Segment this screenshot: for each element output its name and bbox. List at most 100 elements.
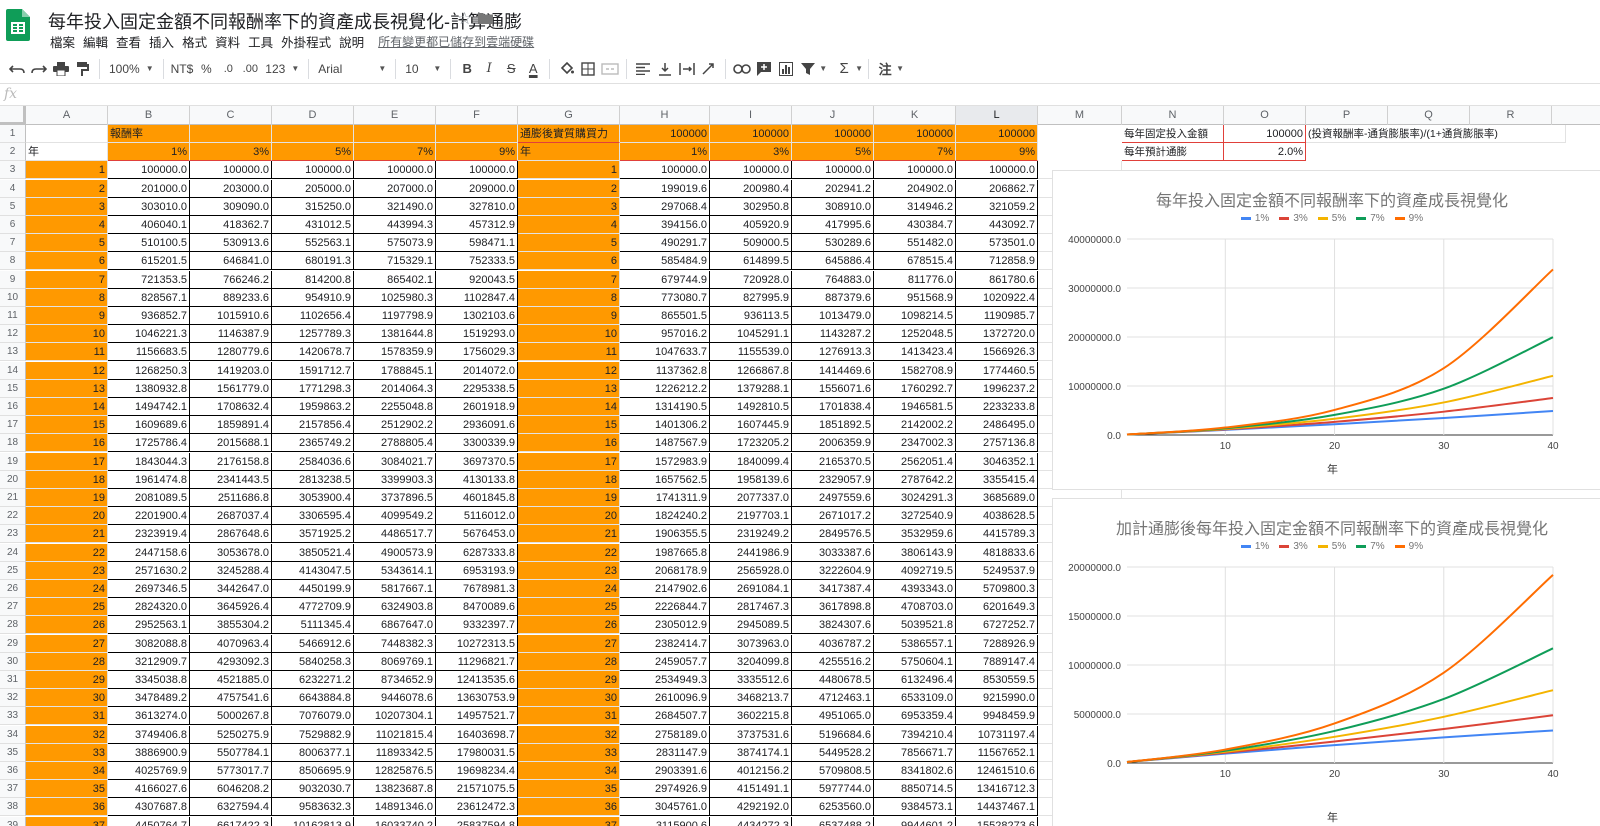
real-value-cell[interactable]: 1607445.9 xyxy=(710,416,792,435)
real-value-cell[interactable]: 3602215.8 xyxy=(710,707,792,726)
real-value-cell[interactable]: 3335512.6 xyxy=(710,671,792,689)
row-header[interactable]: 19 xyxy=(0,452,26,471)
nominal-value-cell[interactable]: 6287333.8 xyxy=(436,543,518,562)
year-cell[interactable]: 16 xyxy=(518,434,620,453)
real-value-cell[interactable]: 2610096.9 xyxy=(620,689,710,708)
chevron-down-icon[interactable]: ▼ xyxy=(855,64,863,73)
nominal-value-cell[interactable]: 443994.3 xyxy=(354,216,436,234)
real-value-cell[interactable]: 4708703.0 xyxy=(874,598,956,617)
nominal-value-cell[interactable]: 3212909.7 xyxy=(108,652,190,671)
year-cell[interactable]: 21 xyxy=(518,525,620,544)
nominal-value-cell[interactable]: 8734652.9 xyxy=(354,671,436,689)
real-value-cell[interactable]: 14437467.1 xyxy=(956,798,1038,817)
row-header[interactable]: 38 xyxy=(0,798,26,817)
header-principal[interactable]: 100000 xyxy=(792,125,874,143)
nominal-value-cell[interactable]: 4293092.3 xyxy=(190,652,272,671)
real-value-cell[interactable]: 645886.4 xyxy=(792,252,874,271)
nominal-value-cell[interactable]: 327810.0 xyxy=(436,197,518,216)
nominal-value-cell[interactable]: 2824320.0 xyxy=(108,598,190,617)
nominal-value-cell[interactable]: 16403698.7 xyxy=(436,725,518,744)
header-principal[interactable]: 100000 xyxy=(620,125,710,143)
real-value-cell[interactable]: 4393343.0 xyxy=(874,580,956,598)
header-rate[interactable]: 7% xyxy=(874,143,956,162)
nominal-value-cell[interactable]: 1959863.2 xyxy=(272,398,354,416)
nominal-value-cell[interactable]: 1859891.4 xyxy=(190,416,272,435)
nominal-value-cell[interactable]: 1788845.1 xyxy=(354,361,436,380)
real-value-cell[interactable]: 100000.0 xyxy=(956,161,1038,180)
row-header[interactable]: 9 xyxy=(0,270,26,289)
nominal-value-cell[interactable]: 575073.9 xyxy=(354,234,436,253)
real-value-cell[interactable]: 509000.5 xyxy=(710,234,792,253)
nominal-value-cell[interactable]: 1197798.9 xyxy=(354,307,436,325)
nominal-value-cell[interactable]: 530913.6 xyxy=(190,234,272,253)
real-value-cell[interactable]: 7394210.4 xyxy=(874,725,956,744)
column-header-g[interactable]: G xyxy=(518,106,620,125)
nominal-value-cell[interactable]: 2571630.2 xyxy=(108,561,190,580)
nominal-value-cell[interactable]: 8506695.9 xyxy=(272,762,354,780)
real-value-cell[interactable]: 1996237.2 xyxy=(956,379,1038,398)
real-value-cell[interactable]: 3355415.4 xyxy=(956,470,1038,489)
real-value-cell[interactable]: 9944601.2 xyxy=(874,816,956,826)
column-header-l[interactable]: L xyxy=(956,106,1038,125)
real-value-cell[interactable]: 1047633.7 xyxy=(620,343,710,362)
nominal-value-cell[interactable]: 715329.1 xyxy=(354,252,436,271)
nominal-value-cell[interactable]: 3645926.4 xyxy=(190,598,272,617)
real-value-cell[interactable]: 7856671.7 xyxy=(874,743,956,762)
row-header[interactable]: 6 xyxy=(0,216,26,234)
year-cell[interactable]: 29 xyxy=(26,671,108,689)
real-value-cell[interactable]: 3222604.9 xyxy=(792,561,874,580)
row-header[interactable]: 8 xyxy=(0,252,26,271)
real-value-cell[interactable]: 3272540.9 xyxy=(874,507,956,526)
input-tools-button[interactable]: 注 xyxy=(874,57,896,81)
nominal-value-cell[interactable]: 11893342.5 xyxy=(354,743,436,762)
nominal-value-cell[interactable]: 6617422.3 xyxy=(190,816,272,826)
nominal-value-cell[interactable]: 1561779.0 xyxy=(190,379,272,398)
insert-comment-icon[interactable] xyxy=(753,57,775,81)
year-cell[interactable]: 28 xyxy=(26,652,108,671)
real-value-cell[interactable]: 321059.2 xyxy=(956,197,1038,216)
real-value-cell[interactable]: 764883.0 xyxy=(792,270,874,289)
nominal-value-cell[interactable]: 2176158.8 xyxy=(190,452,272,471)
nominal-value-cell[interactable]: 1102847.4 xyxy=(436,288,518,307)
header-rate[interactable]: 1% xyxy=(620,143,710,162)
row-header[interactable]: 20 xyxy=(0,470,26,489)
real-value-cell[interactable]: 2459057.7 xyxy=(620,652,710,671)
nominal-value-cell[interactable]: 2014072.0 xyxy=(436,361,518,380)
real-value-cell[interactable]: 2757136.8 xyxy=(956,434,1038,453)
nominal-value-cell[interactable]: 1156683.5 xyxy=(108,343,190,362)
menu-insert[interactable]: 插入 xyxy=(145,32,178,50)
nominal-value-cell[interactable]: 2867648.6 xyxy=(190,525,272,544)
row-header[interactable]: 15 xyxy=(0,379,26,398)
real-value-cell[interactable]: 2197703.1 xyxy=(710,507,792,526)
nominal-value-cell[interactable]: 9332397.7 xyxy=(436,616,518,635)
nominal-value-cell[interactable]: 721353.5 xyxy=(108,270,190,289)
real-value-cell[interactable]: 1958139.6 xyxy=(710,470,792,489)
nominal-value-cell[interactable]: 6643884.8 xyxy=(272,689,354,708)
header-rate[interactable]: 7% xyxy=(354,143,436,162)
year-cell[interactable]: 4 xyxy=(518,216,620,234)
real-value-cell[interactable]: 2486495.0 xyxy=(956,416,1038,435)
real-value-cell[interactable]: 1143287.2 xyxy=(792,325,874,344)
real-value-cell[interactable]: 2817467.3 xyxy=(710,598,792,617)
undo-icon[interactable] xyxy=(6,57,28,81)
year-cell[interactable]: 13 xyxy=(518,379,620,398)
real-value-cell[interactable]: 4292192.0 xyxy=(710,798,792,817)
real-value-cell[interactable]: 100000.0 xyxy=(874,161,956,180)
nominal-value-cell[interactable]: 10207304.1 xyxy=(354,707,436,726)
row-header[interactable]: 13 xyxy=(0,343,26,362)
real-value-cell[interactable]: 2534949.3 xyxy=(620,671,710,689)
header-rate[interactable]: 3% xyxy=(710,143,792,162)
param-label[interactable]: 每年固定投入金額 xyxy=(1122,125,1224,143)
nominal-value-cell[interactable]: 646841.0 xyxy=(190,252,272,271)
column-header-e[interactable]: E xyxy=(354,106,436,125)
real-value-cell[interactable]: 4012156.2 xyxy=(710,762,792,780)
real-value-cell[interactable]: 1155539.0 xyxy=(710,343,792,362)
year-cell[interactable]: 10 xyxy=(518,325,620,344)
nominal-value-cell[interactable]: 21571075.5 xyxy=(436,780,518,799)
nominal-value-cell[interactable]: 418362.7 xyxy=(190,216,272,234)
nominal-value-cell[interactable]: 309090.0 xyxy=(190,197,272,216)
real-value-cell[interactable]: 3115900.6 xyxy=(620,816,710,826)
nominal-value-cell[interactable]: 100000.0 xyxy=(272,161,354,180)
nominal-value-cell[interactable]: 1025980.3 xyxy=(354,288,436,307)
real-value-cell[interactable]: 4434272.3 xyxy=(710,816,792,826)
